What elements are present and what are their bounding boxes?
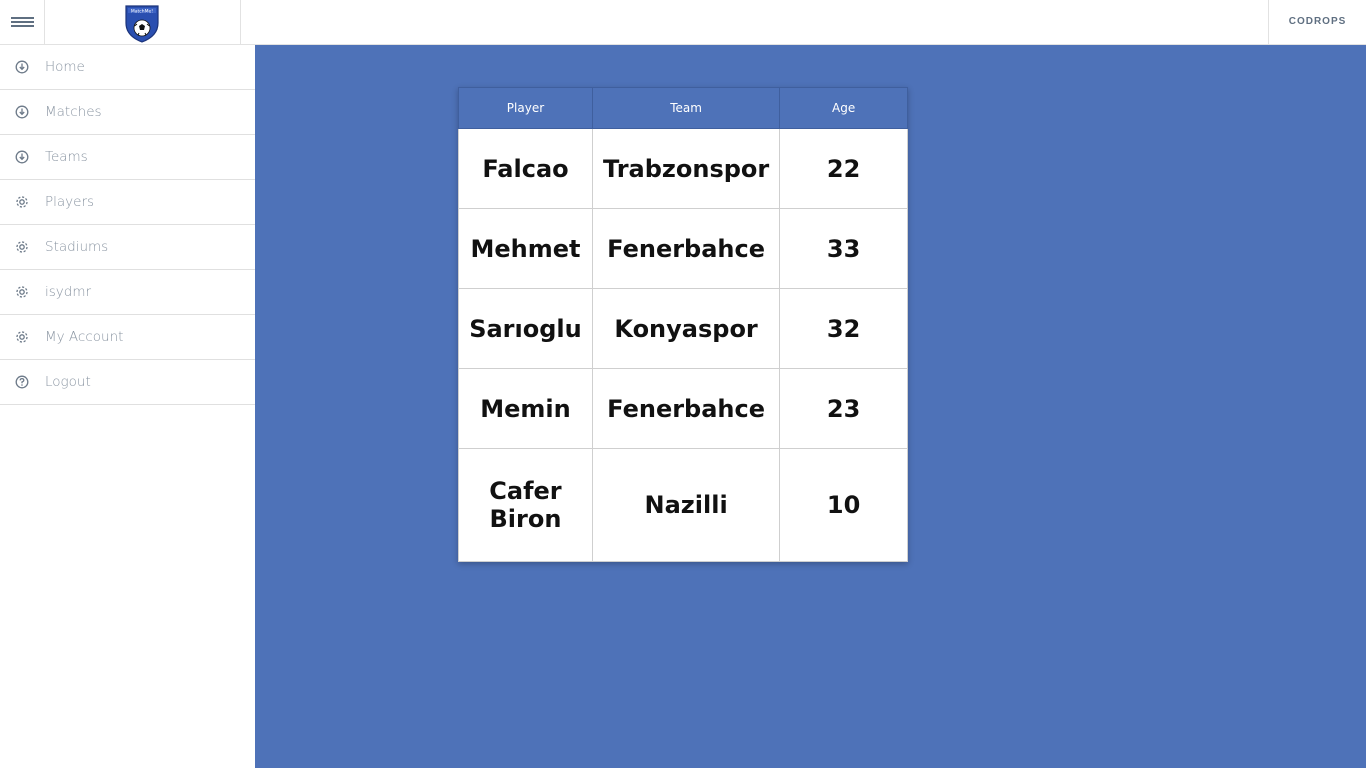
sidebar-item-home[interactable]: Home <box>0 45 255 90</box>
player-cell: Falcao <box>458 128 593 209</box>
top-bar: MatchMe! CODROPS <box>0 0 1366 45</box>
column-header-team: Team <box>591 87 781 129</box>
download-circle-icon <box>15 60 29 74</box>
logo-cell: MatchMe! <box>45 0 241 45</box>
sidebar-item-label: Stadiums <box>45 239 109 255</box>
sidebar-item-isydmr[interactable]: isydmr <box>0 270 255 315</box>
hamburger-icon <box>11 17 34 27</box>
age-cell: 32 <box>779 288 908 369</box>
table-header-row: Player Team Age <box>458 87 908 129</box>
age-cell: 23 <box>779 368 908 449</box>
table-row: Falcao Trabzonspor 22 <box>458 128 908 209</box>
sidebar-item-teams[interactable]: Teams <box>0 135 255 180</box>
sidebar-item-label: Home <box>45 59 85 75</box>
gear-icon <box>16 286 28 298</box>
players-table-container: Player Team Age Falcao Trabzonspor 22 Me… <box>458 87 908 562</box>
player-cell: Sarıoglu <box>458 288 593 369</box>
menu-toggle-button[interactable] <box>0 0 45 45</box>
table-row: Sarıoglu Konyaspor 32 <box>458 288 908 369</box>
age-cell: 10 <box>779 448 908 562</box>
player-cell: Cafer Biron <box>458 448 593 562</box>
sidebar-item-label: Teams <box>45 149 88 165</box>
sidebar-item-stadiums[interactable]: Stadiums <box>0 225 255 270</box>
sidebar-item-label: isydmr <box>45 284 92 300</box>
sidebar-item-label: Players <box>45 194 95 210</box>
player-cell: Mehmet <box>458 208 593 289</box>
table-row: Cafer Biron Nazilli 10 <box>458 448 908 562</box>
team-cell: Konyaspor <box>591 288 781 369</box>
age-cell: 22 <box>779 128 908 209</box>
svg-text:MatchMe!: MatchMe! <box>131 9 153 15</box>
codrops-link[interactable]: CODROPS <box>1268 0 1366 45</box>
sidebar-item-logout[interactable]: Logout <box>0 360 255 405</box>
sidebar-item-label: My Account <box>45 329 124 345</box>
sidebar: Home Matches Teams Players Stadiums isyd… <box>0 45 255 768</box>
download-circle-icon <box>15 105 29 119</box>
table-row: Memin Fenerbahce 23 <box>458 368 908 449</box>
players-table: Player Team Age Falcao Trabzonspor 22 Me… <box>458 87 908 562</box>
gear-icon <box>16 331 28 343</box>
gear-icon <box>16 196 28 208</box>
sidebar-item-my-account[interactable]: My Account <box>0 315 255 360</box>
age-cell: 33 <box>779 208 908 289</box>
player-cell: Memin <box>458 368 593 449</box>
sidebar-item-matches[interactable]: Matches <box>0 90 255 135</box>
matchme-logo: MatchMe! <box>125 5 159 43</box>
download-circle-icon <box>15 150 29 164</box>
table-row: Mehmet Fenerbahce 33 <box>458 208 908 289</box>
team-cell: Fenerbahce <box>591 208 781 289</box>
sidebar-item-label: Matches <box>45 104 102 120</box>
team-cell: Trabzonspor <box>591 128 781 209</box>
column-header-player: Player <box>458 87 593 129</box>
team-cell: Nazilli <box>591 448 781 562</box>
help-circle-icon <box>15 375 29 389</box>
column-header-age: Age <box>779 87 908 129</box>
sidebar-item-label: Logout <box>45 374 91 390</box>
gear-icon <box>16 241 28 253</box>
team-cell: Fenerbahce <box>591 368 781 449</box>
sidebar-item-players[interactable]: Players <box>0 180 255 225</box>
